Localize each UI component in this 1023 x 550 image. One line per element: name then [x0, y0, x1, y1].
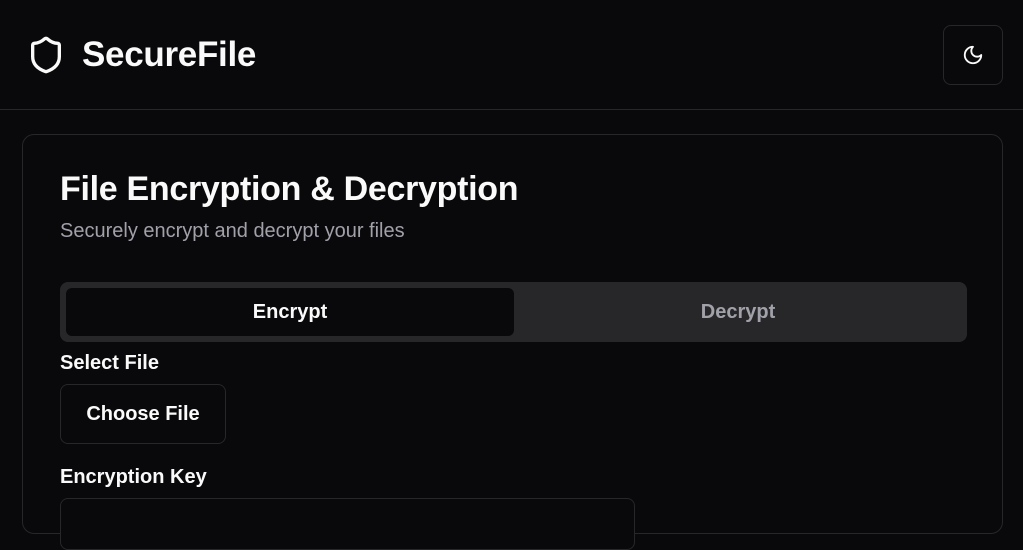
card-subtitle: Securely encrypt and decrypt your files	[60, 220, 405, 242]
shield-icon	[26, 32, 66, 78]
card-title: File Encryption & Decryption	[60, 170, 519, 208]
theme-toggle-button[interactable]	[943, 25, 1003, 85]
choose-file-button[interactable]: Choose File	[60, 384, 226, 444]
select-file-label: Select File	[60, 352, 159, 374]
moon-icon	[962, 44, 984, 66]
mode-tabs: Encrypt Decrypt	[60, 282, 967, 342]
app-name: SecureFile	[82, 35, 257, 74]
encryption-key-label: Encryption Key	[60, 466, 207, 488]
tab-encrypt[interactable]: Encrypt	[66, 288, 514, 336]
app-header: SecureFile	[0, 0, 1023, 110]
encryption-card: File Encryption & Decryption Securely en…	[22, 134, 1003, 550]
tab-decrypt[interactable]: Decrypt	[514, 288, 962, 336]
brand: SecureFile	[26, 32, 256, 78]
encryption-key-input[interactable]	[60, 498, 635, 550]
